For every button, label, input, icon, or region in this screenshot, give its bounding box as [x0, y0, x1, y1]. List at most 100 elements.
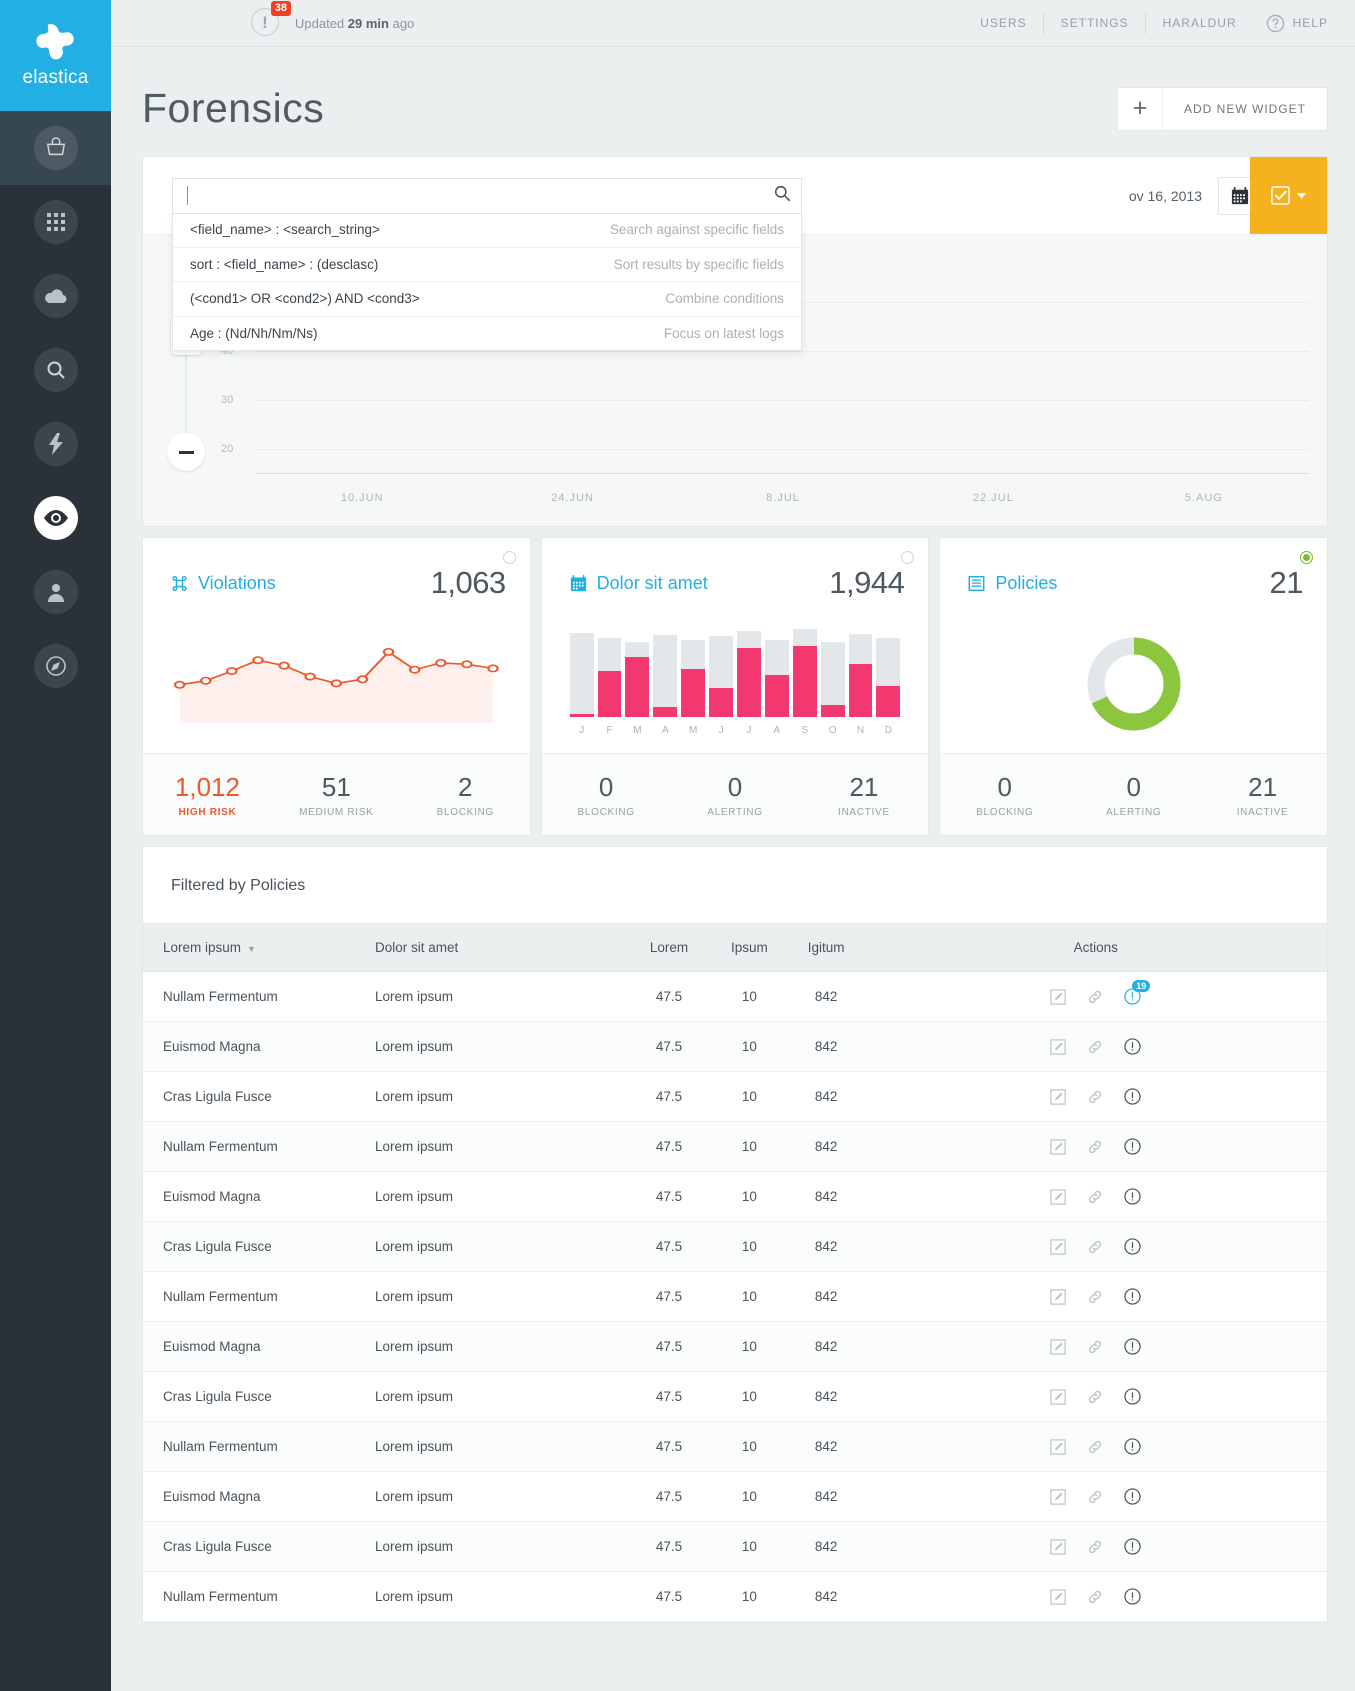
sidebar-item-explore[interactable] [0, 629, 111, 703]
month-bar[interactable] [570, 621, 594, 717]
link-icon[interactable] [1087, 1489, 1103, 1505]
edit-icon[interactable] [1050, 1439, 1066, 1455]
apply-filter-button[interactable] [1250, 157, 1327, 234]
link-icon[interactable] [1087, 1389, 1103, 1405]
sidebar-item-users[interactable] [0, 555, 111, 629]
chart-bar[interactable] [1092, 253, 1123, 474]
link-icon[interactable] [1087, 1139, 1103, 1155]
chart-bar[interactable] [969, 253, 1000, 474]
edit-icon[interactable] [1050, 989, 1066, 1005]
chart-bar[interactable] [1278, 253, 1309, 474]
table-row[interactable]: Euismod MagnaLorem ipsum47.510842 [143, 1172, 1327, 1222]
edit-icon[interactable] [1050, 1089, 1066, 1105]
suggestion-item[interactable]: (<cond1> OR <cond2>) AND <cond3> Combine… [173, 281, 801, 316]
table-row[interactable]: Nullam FermentumLorem ipsum47.510842 [143, 1272, 1327, 1322]
table-row[interactable]: Nullam FermentumLorem ipsum47.51084219 [143, 972, 1327, 1022]
chart-bar[interactable] [938, 253, 969, 474]
month-bar[interactable] [793, 621, 817, 717]
sidebar-item-activity[interactable] [0, 407, 111, 481]
widget-status-dot[interactable] [1300, 551, 1313, 564]
link-icon[interactable] [1087, 1439, 1103, 1455]
suggestion-item[interactable]: <field_name> : <search_string> Search ag… [173, 212, 801, 247]
sidebar-item-basket[interactable] [0, 111, 111, 185]
add-new-widget-button[interactable]: + ADD NEW WIDGET [1117, 87, 1328, 131]
column-header-lorem-ipsum[interactable]: Lorem ipsum▼ [143, 924, 355, 972]
table-row[interactable]: Cras Ligula FusceLorem ipsum47.510842 [143, 1522, 1327, 1572]
suggestion-item[interactable]: sort : <field_name> : (desclasc) Sort re… [173, 247, 801, 282]
table-row[interactable]: Euismod MagnaLorem ipsum47.510842 [143, 1022, 1327, 1072]
search-input[interactable] [172, 178, 802, 214]
month-bar[interactable] [849, 621, 873, 717]
suggestion-item[interactable]: Age : (Nd/Nh/Nm/Ns) Focus on latest logs [173, 316, 801, 351]
table-row[interactable]: Nullam FermentumLorem ipsum47.510842 [143, 1422, 1327, 1472]
chart-bar[interactable] [907, 253, 938, 474]
sidebar-item-search[interactable] [0, 333, 111, 407]
table-row[interactable]: Cras Ligula FusceLorem ipsum47.510842 [143, 1372, 1327, 1422]
info-icon[interactable] [1124, 1538, 1141, 1555]
info-icon[interactable] [1124, 1288, 1141, 1305]
link-icon[interactable] [1087, 1189, 1103, 1205]
month-bar[interactable] [821, 621, 845, 717]
link-icon[interactable] [1087, 1239, 1103, 1255]
edit-icon[interactable] [1050, 1289, 1066, 1305]
chart-bar[interactable] [1154, 253, 1185, 474]
info-icon[interactable] [1124, 1238, 1141, 1255]
table-row[interactable]: Nullam FermentumLorem ipsum47.510842 [143, 1572, 1327, 1622]
chart-bar[interactable] [1185, 253, 1216, 474]
link-icon[interactable] [1087, 1539, 1103, 1555]
nav-help[interactable]: HELP [1254, 14, 1328, 33]
link-icon[interactable] [1087, 1289, 1103, 1305]
month-bar[interactable] [653, 621, 677, 717]
month-bar[interactable] [598, 621, 622, 717]
chart-bar[interactable] [814, 253, 845, 474]
link-icon[interactable] [1087, 1589, 1103, 1605]
info-icon[interactable] [1124, 1338, 1141, 1355]
sidebar-item-cloud[interactable] [0, 259, 111, 333]
month-bar[interactable] [681, 621, 705, 717]
edit-icon[interactable] [1050, 1389, 1066, 1405]
brand-logo[interactable]: elastica [0, 0, 111, 111]
table-row[interactable]: Nullam FermentumLorem ipsum47.510842 [143, 1122, 1327, 1172]
nav-settings[interactable]: SETTINGS [1044, 16, 1146, 30]
chart-bar[interactable] [845, 253, 876, 474]
month-bar[interactable] [625, 621, 649, 717]
edit-icon[interactable] [1050, 1139, 1066, 1155]
table-row[interactable]: Cras Ligula FusceLorem ipsum47.510842 [143, 1222, 1327, 1272]
table-row[interactable]: Euismod MagnaLorem ipsum47.510842 [143, 1472, 1327, 1522]
sidebar-item-apps[interactable] [0, 185, 111, 259]
link-icon[interactable] [1087, 989, 1103, 1005]
edit-icon[interactable] [1050, 1039, 1066, 1055]
chart-bar[interactable] [1123, 253, 1154, 474]
nav-users[interactable]: USERS [963, 16, 1043, 30]
month-bar[interactable] [876, 621, 900, 717]
chart-bar[interactable] [1061, 253, 1092, 474]
month-bar[interactable] [709, 621, 733, 717]
link-icon[interactable] [1087, 1089, 1103, 1105]
month-bar[interactable] [737, 621, 761, 717]
info-icon[interactable] [1124, 1138, 1141, 1155]
info-icon[interactable] [1124, 1188, 1141, 1205]
column-header-lorem[interactable]: Lorem [627, 924, 711, 972]
info-icon[interactable] [1124, 1038, 1141, 1055]
chart-bar[interactable] [1216, 253, 1247, 474]
edit-icon[interactable] [1050, 1239, 1066, 1255]
info-icon[interactable] [1124, 1388, 1141, 1405]
table-row[interactable]: Cras Ligula FusceLorem ipsum47.510842 [143, 1072, 1327, 1122]
chart-bar[interactable] [876, 253, 907, 474]
info-icon[interactable]: 19 [1124, 988, 1141, 1005]
search-magnifier-icon[interactable] [774, 185, 791, 207]
column-header-igitum[interactable]: Igitum [788, 924, 865, 972]
edit-icon[interactable] [1050, 1189, 1066, 1205]
column-header-dolor-sit-amet[interactable]: Dolor sit amet [355, 924, 627, 972]
chart-bar[interactable] [1247, 253, 1278, 474]
info-icon[interactable] [1124, 1488, 1141, 1505]
chart-bar[interactable] [1030, 253, 1061, 474]
edit-icon[interactable] [1050, 1539, 1066, 1555]
alerts-indicator[interactable]: ! 38 [251, 8, 281, 38]
link-icon[interactable] [1087, 1339, 1103, 1355]
link-icon[interactable] [1087, 1039, 1103, 1055]
widget-status-dot[interactable] [503, 551, 516, 564]
chart-bar[interactable] [1000, 253, 1031, 474]
info-icon[interactable] [1124, 1588, 1141, 1605]
sidebar-item-forensics[interactable] [0, 481, 111, 555]
